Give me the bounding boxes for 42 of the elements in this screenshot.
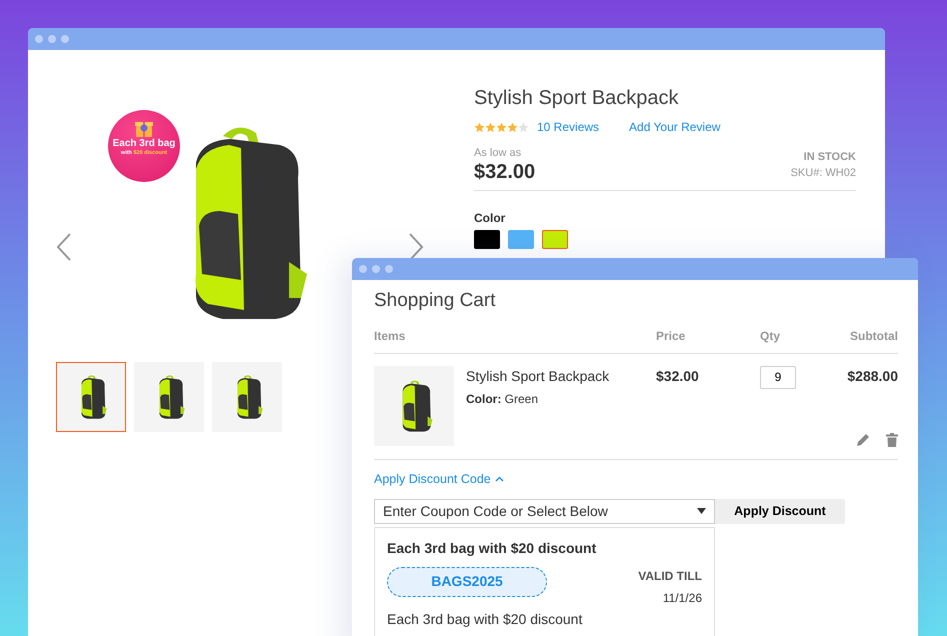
edit-icon[interactable] (856, 432, 870, 447)
coupon-description: Each 3rd bag with $20 discount (387, 610, 584, 628)
valid-till-label: VALID TILL (638, 568, 702, 585)
coupon-code[interactable]: BAGS2025 (387, 566, 547, 597)
backpack-thumbnail[interactable] (212, 362, 282, 432)
column-header: Price (656, 328, 686, 345)
quantity-field[interactable]: 9 (760, 366, 796, 389)
column-header: Subtotal (849, 328, 898, 345)
trash-icon[interactable] (886, 432, 898, 447)
product-price: $32.00 (474, 162, 536, 182)
promo-title: Each 3rd bag (112, 138, 176, 149)
window-control-dot[interactable] (359, 265, 367, 273)
color-swatch[interactable] (542, 230, 568, 248)
backpack-thumbnail[interactable] (134, 362, 204, 432)
backpack-thumbnail[interactable] (56, 362, 126, 432)
item-price: $32.00 (656, 366, 700, 386)
item-name: Stylish Sport Backpack (466, 366, 610, 386)
window-control-dot[interactable] (372, 265, 380, 273)
sku-text: SKU#: WH02 (790, 166, 856, 181)
color-swatch[interactable] (474, 230, 500, 248)
color-label: Color (474, 210, 506, 226)
color-swatch[interactable] (508, 230, 534, 248)
apply-discount-button[interactable]: Apply Discount (715, 498, 845, 524)
reviews-link[interactable]: 10 Reviews (537, 118, 600, 136)
window-control-dot[interactable] (61, 35, 69, 43)
stock-status: IN STOCK (802, 150, 856, 164)
product-title: Stylish Sport Backpack (474, 86, 680, 110)
column-header: Qty (760, 328, 782, 345)
coupon-select[interactable]: Enter Coupon Code or Select Below (374, 498, 715, 524)
add-review-link[interactable]: Add Your Review (629, 118, 720, 136)
price-label: As low as (474, 146, 522, 161)
item-color: Color: Green (466, 390, 540, 408)
window-control-dot[interactable] (35, 35, 43, 43)
column-header: Items (374, 328, 406, 345)
item-subtotal: $288.00 (847, 366, 898, 386)
window-control-dot[interactable] (48, 35, 56, 43)
dropdown-caret-icon (697, 508, 706, 514)
discount-toggle[interactable]: Apply Discount Code (374, 470, 504, 489)
window-control-dot[interactable] (385, 265, 393, 273)
coupon-title: Each 3rd bag with $20 discount (387, 538, 598, 558)
valid-date: 11/1/26 (662, 590, 702, 607)
cart-title: Shopping Cart (374, 290, 496, 313)
